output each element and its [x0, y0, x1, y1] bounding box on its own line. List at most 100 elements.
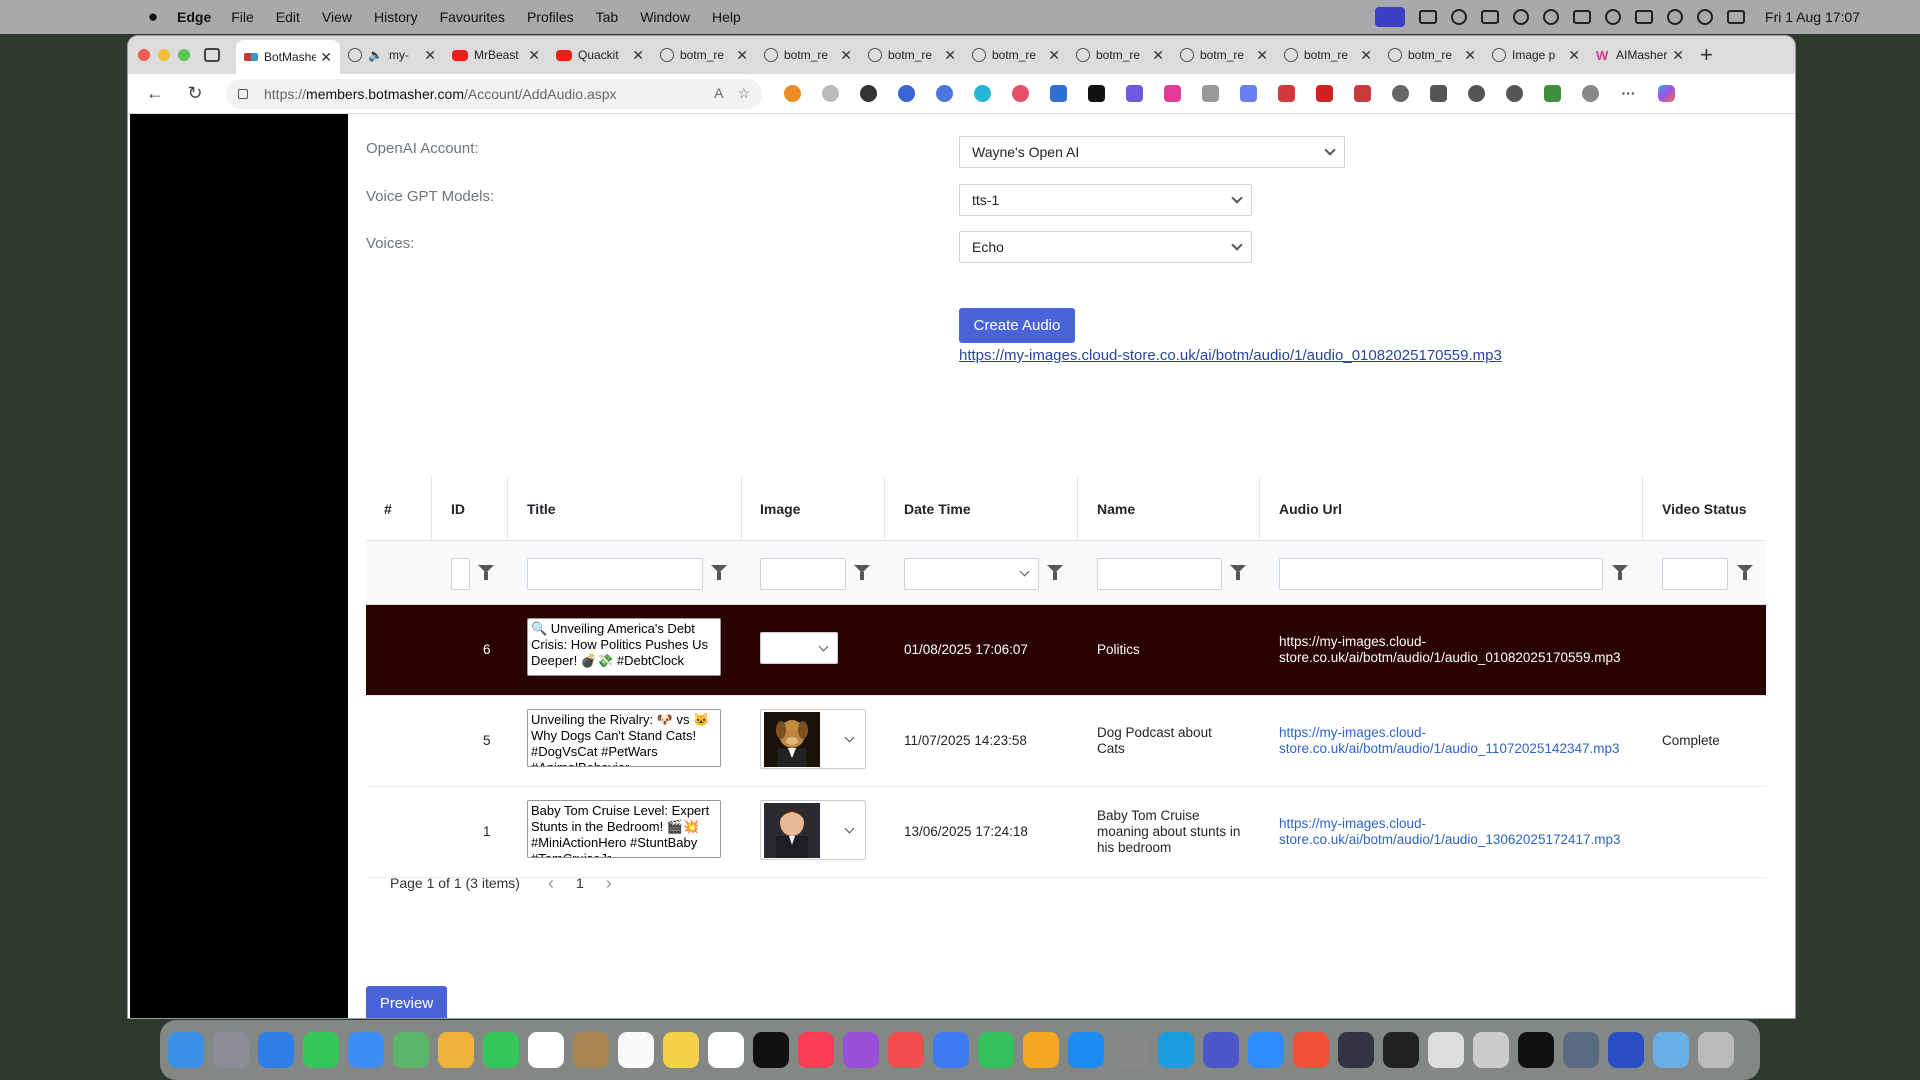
- edge-icon[interactable]: [1158, 1032, 1194, 1068]
- close-tab-icon[interactable]: ✕: [840, 47, 852, 64]
- row-image-select[interactable]: [760, 632, 838, 664]
- close-tab-icon[interactable]: ✕: [1256, 47, 1268, 64]
- filter-image-input[interactable]: [760, 558, 846, 590]
- table-row[interactable]: 5 Unveiling the Rivalry: 🐶 vs 🐱 Why Dogs…: [366, 696, 1766, 787]
- menu-profiles[interactable]: Profiles: [527, 9, 574, 25]
- keynote-icon[interactable]: [933, 1032, 969, 1068]
- maps-icon[interactable]: [393, 1032, 429, 1068]
- close-tab-icon[interactable]: ✕: [736, 47, 748, 64]
- shield-icon[interactable]: [1481, 10, 1500, 24]
- tab-botm-re-7[interactable]: botm_re ✕: [1276, 40, 1380, 70]
- address-bar[interactable]: https://members.botmasher.com/Account/Ad…: [226, 78, 762, 109]
- extension-cart-icon[interactable]: [1278, 85, 1295, 102]
- battery-icon[interactable]: [1635, 10, 1654, 24]
- filter-icon[interactable]: [854, 565, 870, 580]
- control-centre-toggle-icon[interactable]: [1727, 10, 1746, 24]
- app-store-icon[interactable]: [1068, 1032, 1104, 1068]
- close-tab-icon[interactable]: ✕: [1672, 47, 1684, 64]
- tab-actions-icon[interactable]: [204, 48, 220, 62]
- preview-button[interactable]: Preview: [366, 986, 447, 1018]
- voice-model-select[interactable]: tts-1: [959, 184, 1252, 216]
- prev-page-icon[interactable]: ‹: [548, 873, 554, 894]
- chatgpt-icon[interactable]: [1383, 1032, 1419, 1068]
- tab-botm-re-2[interactable]: botm_re ✕: [756, 40, 860, 70]
- apple-icon[interactable]: ●: [145, 7, 161, 27]
- filter-title-input[interactable]: [527, 558, 703, 590]
- apple-tv-icon[interactable]: [753, 1032, 789, 1068]
- play-icon[interactable]: [1543, 9, 1560, 25]
- filter-video-status-input[interactable]: [1662, 558, 1728, 590]
- tab-my[interactable]: 🔈 my- ✕: [340, 40, 444, 70]
- close-tab-icon[interactable]: ✕: [424, 47, 436, 64]
- safari-icon[interactable]: [258, 1032, 294, 1068]
- col-header-name[interactable]: Name: [1097, 501, 1135, 517]
- close-tab-icon[interactable]: ✕: [1464, 47, 1476, 64]
- menu-help[interactable]: Help: [712, 9, 741, 25]
- messages-icon[interactable]: [303, 1032, 339, 1068]
- tab-mrbeast[interactable]: MrBeast ✕: [444, 40, 548, 70]
- system-settings-icon[interactable]: [1113, 1032, 1149, 1068]
- close-tab-icon[interactable]: ✕: [1048, 47, 1060, 64]
- filter-icon[interactable]: [711, 565, 727, 580]
- download-extension-icon[interactable]: [1050, 85, 1067, 102]
- table-row[interactable]: 6 🔍 Unveiling America's Debt Crisis: How…: [366, 605, 1766, 696]
- extension-blue-icon[interactable]: [898, 85, 915, 102]
- mail-icon[interactable]: [348, 1032, 384, 1068]
- tab-botm-re-4[interactable]: botm_re ✕: [964, 40, 1068, 70]
- col-header-image[interactable]: Image: [760, 501, 800, 517]
- history-icon[interactable]: [1506, 85, 1523, 102]
- menu-file[interactable]: File: [231, 9, 254, 25]
- trash-icon[interactable]: [1698, 1032, 1734, 1068]
- close-tab-icon[interactable]: ✕: [320, 49, 332, 66]
- col-header-video-status[interactable]: Video Status: [1662, 501, 1747, 517]
- close-tab-icon[interactable]: ✕: [944, 47, 956, 64]
- zoom-icon[interactable]: [1248, 1032, 1284, 1068]
- time-machine-icon[interactable]: [1513, 9, 1530, 25]
- table-row[interactable]: 1 Baby Tom Cruise Level: Expert Stunts i…: [366, 787, 1766, 878]
- notes-icon[interactable]: [663, 1032, 699, 1068]
- screen-sharing-icon[interactable]: [1563, 1032, 1599, 1068]
- instruments-icon[interactable]: [1338, 1032, 1374, 1068]
- filter-icon[interactable]: [1737, 565, 1753, 580]
- back-arrow-icon[interactable]: ←: [140, 83, 170, 104]
- terminal-icon[interactable]: [1518, 1032, 1554, 1068]
- page-number-button[interactable]: 1: [576, 875, 584, 891]
- row-audio-url[interactable]: https://my-images.cloud- store.co.uk/ai/…: [1279, 634, 1621, 666]
- col-header-audio-url[interactable]: Audio Url: [1279, 501, 1342, 517]
- youtube-extension-icon[interactable]: [1316, 85, 1333, 102]
- row-audio-url[interactable]: https://my-images.cloud- store.co.uk/ai/…: [1279, 816, 1621, 848]
- rss-icon[interactable]: [784, 85, 801, 102]
- new-tab-icon[interactable]: +: [1700, 42, 1713, 68]
- utility-icon[interactable]: [1473, 1032, 1509, 1068]
- col-header-id[interactable]: ID: [451, 501, 465, 517]
- close-tab-icon[interactable]: ✕: [632, 47, 644, 64]
- menu-favourites[interactable]: Favourites: [440, 9, 505, 25]
- finder-icon[interactable]: [168, 1032, 204, 1068]
- tab-botmasher[interactable]: BotMasher ✕: [236, 40, 340, 74]
- menu-bar-clock[interactable]: Fri 1 Aug 17:07: [1765, 9, 1860, 25]
- openai-account-select[interactable]: Wayne's Open AI: [959, 136, 1345, 168]
- extension-purple-icon[interactable]: [1126, 85, 1143, 102]
- read-aloud-icon[interactable]: A: [714, 85, 723, 102]
- row-audio-url[interactable]: https://my-images.cloud- store.co.uk/ai/…: [1279, 725, 1620, 757]
- podcasts-icon[interactable]: [843, 1032, 879, 1068]
- close-tab-icon[interactable]: ✕: [1360, 47, 1372, 64]
- row-title-textarea[interactable]: Baby Tom Cruise Level: Expert Stunts in …: [527, 800, 721, 858]
- tab-botm-re-6[interactable]: botm_re ✕: [1172, 40, 1276, 70]
- menu-history[interactable]: History: [374, 9, 418, 25]
- swift-icon[interactable]: [1293, 1032, 1329, 1068]
- col-header-number[interactable]: #: [384, 501, 392, 517]
- row-title-textarea[interactable]: 🔍 Unveiling America's Debt Crisis: How P…: [527, 618, 721, 676]
- extension-red-icon[interactable]: [1012, 85, 1029, 102]
- menu-window[interactable]: Window: [640, 9, 690, 25]
- launchpad-icon[interactable]: [213, 1032, 249, 1068]
- teams-icon[interactable]: [1203, 1032, 1239, 1068]
- spotlight-search-icon[interactable]: [1697, 9, 1714, 25]
- tab-image-p[interactable]: Image p ✕: [1484, 40, 1588, 70]
- tab-aimasher[interactable]: W AIMasher ✕: [1588, 40, 1692, 70]
- minimize-window-icon[interactable]: [158, 49, 170, 61]
- voice-select[interactable]: Echo: [959, 231, 1252, 263]
- menu-tab[interactable]: Tab: [596, 9, 619, 25]
- create-audio-button[interactable]: Create Audio: [959, 308, 1075, 343]
- filter-icon[interactable]: [478, 565, 494, 580]
